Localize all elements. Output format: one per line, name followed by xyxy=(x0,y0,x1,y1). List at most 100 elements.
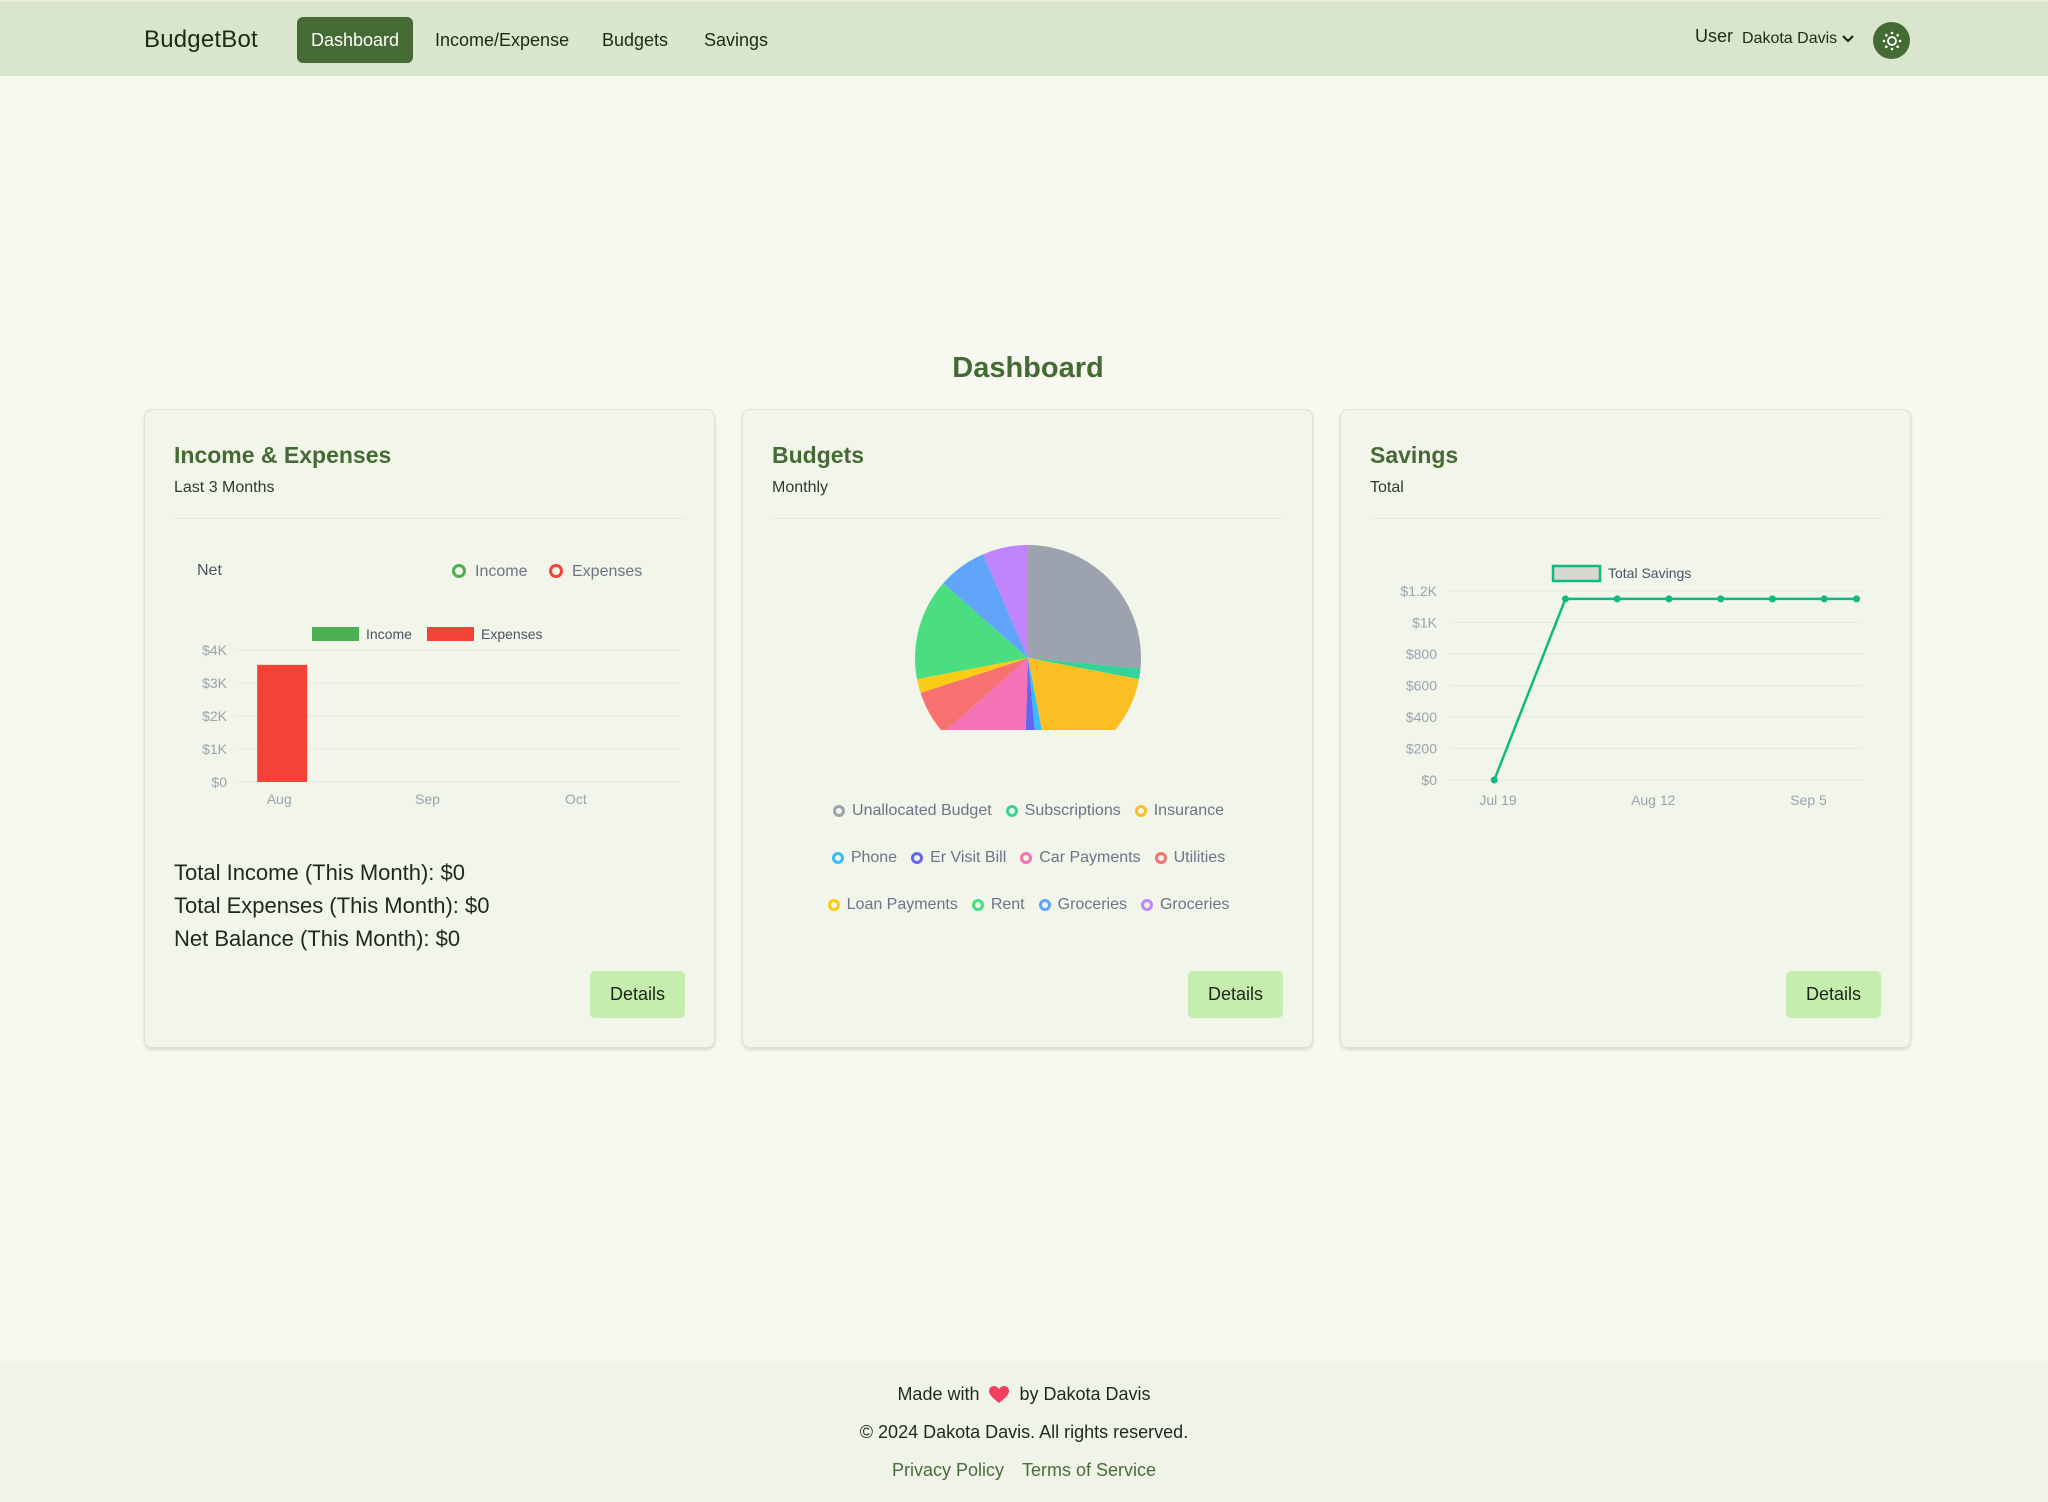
nav-link-budgets[interactable]: Budgets xyxy=(588,17,682,63)
savings-point xyxy=(1490,776,1498,784)
legend-swatch-total-savings xyxy=(1551,564,1602,583)
net-balance-text: Net Balance (This Month): $0 xyxy=(174,926,461,951)
legend-item-car-payments[interactable]: Car Payments xyxy=(1020,849,1141,867)
savings-line-chart: Total Savings $0 $200 $400 $600 $800 $1K $1.2K J… xyxy=(1400,564,1863,808)
budgets-pie-chart xyxy=(915,545,1141,730)
savings-point xyxy=(1820,595,1828,603)
legend-circle-icon xyxy=(1005,805,1018,817)
toggle-legend-label: Income xyxy=(475,563,528,580)
savings-point xyxy=(1613,595,1621,603)
user-label: User xyxy=(1695,26,1734,46)
user-name: Dakota Davis xyxy=(1742,30,1838,47)
legend-item-er-visit-bill[interactable]: Er Visit Bill xyxy=(911,849,1006,867)
toggle-legend-expenses[interactable]: Expenses xyxy=(549,563,643,580)
legend-circle-icon xyxy=(1154,852,1167,864)
total-expenses-text: Total Expenses (This Month): $0 xyxy=(174,893,490,918)
made-with-prefix: Made with xyxy=(897,1384,980,1404)
copyright-text: © 2024 Dakota Davis. All rights reserved… xyxy=(859,1422,1189,1442)
y-tick-label: $0 xyxy=(211,774,227,790)
theme-toggle-button[interactable] xyxy=(1873,22,1910,59)
legend-circle-icon xyxy=(1134,805,1147,817)
legend-circle-icon xyxy=(827,899,840,911)
nav-link-dashboard[interactable]: Dashboard xyxy=(297,17,414,63)
budgets-details-button[interactable]: Details xyxy=(1188,971,1283,1018)
x-tick-label: Aug xyxy=(267,791,292,807)
pie-slice-unallocated-budget xyxy=(1028,545,1141,669)
budgets-card: Budgets Monthly Unallocated Budget Subscr… xyxy=(742,409,1313,1048)
footer-links: Privacy Policy Terms of Service xyxy=(0,1460,2048,1481)
legend-label: Income xyxy=(366,626,412,642)
legend-item-phone[interactable]: Phone xyxy=(831,849,898,867)
y-tick-label: $0 xyxy=(1421,772,1437,788)
privacy-policy-link[interactable]: Privacy Policy xyxy=(892,1460,1004,1481)
nav-link-income-expense[interactable]: Income/Expense xyxy=(421,17,583,63)
savings-point xyxy=(1768,595,1776,603)
legend-label: Er Visit Bill xyxy=(930,849,1007,866)
legend-circle-icon xyxy=(1020,852,1033,864)
x-tick-label: Sep xyxy=(415,791,440,807)
legend-item-utilities[interactable]: Utilities xyxy=(1154,849,1226,867)
legend-label: Insurance xyxy=(1153,802,1224,819)
legend-row: Loan Payments Rent Groceries Groceries xyxy=(743,896,1314,914)
legend-label: Unallocated Budget xyxy=(852,802,992,819)
legend-swatch-income xyxy=(312,627,359,641)
legend-circle-icon xyxy=(831,852,844,864)
legend-row: Unallocated Budget Subscriptions Insurance xyxy=(743,802,1314,820)
legend-label: Groceries xyxy=(1057,896,1127,913)
legend-item-subscriptions[interactable]: Subscriptions xyxy=(1005,802,1121,820)
made-with-suffix: by Dakota Davis xyxy=(1019,1384,1151,1404)
user-dropdown[interactable]: Dakota Davis xyxy=(1742,30,1855,48)
savings-point xyxy=(1665,595,1673,603)
nav-link-savings[interactable]: Savings xyxy=(690,17,782,63)
terms-of-service-link[interactable]: Terms of Service xyxy=(1022,1460,1156,1481)
legend-circle-icon xyxy=(971,899,984,911)
x-tick-label: Sep 5 xyxy=(1790,792,1827,808)
savings-card: Savings Total Total Savings $0 $200 $400 $60… xyxy=(1340,409,1911,1048)
x-tick-label: Aug 12 xyxy=(1631,792,1676,808)
y-tick-label: $1K xyxy=(1412,615,1438,631)
made-with-line: Made with by Dakota Davis xyxy=(0,1384,2048,1405)
legend-item-insurance[interactable]: Insurance xyxy=(1134,802,1224,820)
chevron-down-icon xyxy=(1842,35,1854,43)
toggle-legend-label: Expenses xyxy=(572,563,642,580)
legend-label: Total Savings xyxy=(1608,565,1691,581)
heart-icon xyxy=(989,1385,1010,1403)
legend-item-loan-payments[interactable]: Loan Payments xyxy=(827,896,958,914)
navbar: BudgetBot Dashboard Income/Expense Budge… xyxy=(0,0,2048,76)
savings-point xyxy=(1853,595,1861,603)
savings-line xyxy=(1493,597,1857,781)
x-tick-label: Oct xyxy=(565,791,587,807)
y-tick-label: $400 xyxy=(1406,709,1437,725)
y-tick-label: $1K xyxy=(202,741,228,757)
savings-details-button[interactable]: Details xyxy=(1786,971,1881,1018)
y-tick-label: $1.2K xyxy=(1400,583,1437,599)
brand-logo[interactable]: BudgetBot xyxy=(144,26,258,54)
legend-circle-icon xyxy=(549,564,563,578)
legend-label: Expenses xyxy=(481,626,542,642)
legend-swatch-expenses xyxy=(427,627,474,641)
legend-circle-icon xyxy=(1038,899,1051,911)
income-summary: Total Income (This Month): $0 Total Expe… xyxy=(174,856,489,955)
legend-circle-icon xyxy=(833,805,846,817)
footer: Made with by Dakota Davis © 2024 Dakota … xyxy=(0,1361,2048,1502)
y-tick-label: $600 xyxy=(1406,678,1437,694)
legend-circle-icon xyxy=(1140,899,1153,911)
legend-circle-icon xyxy=(452,564,466,578)
legend-label: Rent xyxy=(990,896,1025,913)
legend-label: Loan Payments xyxy=(846,896,958,913)
legend-item-unallocated-budget[interactable]: Unallocated Budget xyxy=(833,802,992,820)
legend-label: Phone xyxy=(850,849,898,866)
toggle-legend-income[interactable]: Income xyxy=(452,563,528,580)
legend-label: Subscriptions xyxy=(1024,802,1121,819)
savings-point xyxy=(1561,595,1569,603)
y-tick-label: $3K xyxy=(202,675,228,691)
legend-item-groceries[interactable]: Groceries xyxy=(1038,896,1127,914)
legend-item-groceries[interactable]: Groceries xyxy=(1140,896,1229,914)
x-tick-label: Jul 19 xyxy=(1479,792,1517,808)
y-tick-label: $200 xyxy=(1406,741,1437,757)
sun-icon xyxy=(1882,31,1901,50)
income-expenses-card: Income & Expenses Last 3 Months Net Inco… xyxy=(144,409,715,1048)
income-details-button[interactable]: Details xyxy=(590,971,685,1018)
legend-item-rent[interactable]: Rent xyxy=(971,896,1025,914)
legend-label: Utilities xyxy=(1173,849,1226,866)
